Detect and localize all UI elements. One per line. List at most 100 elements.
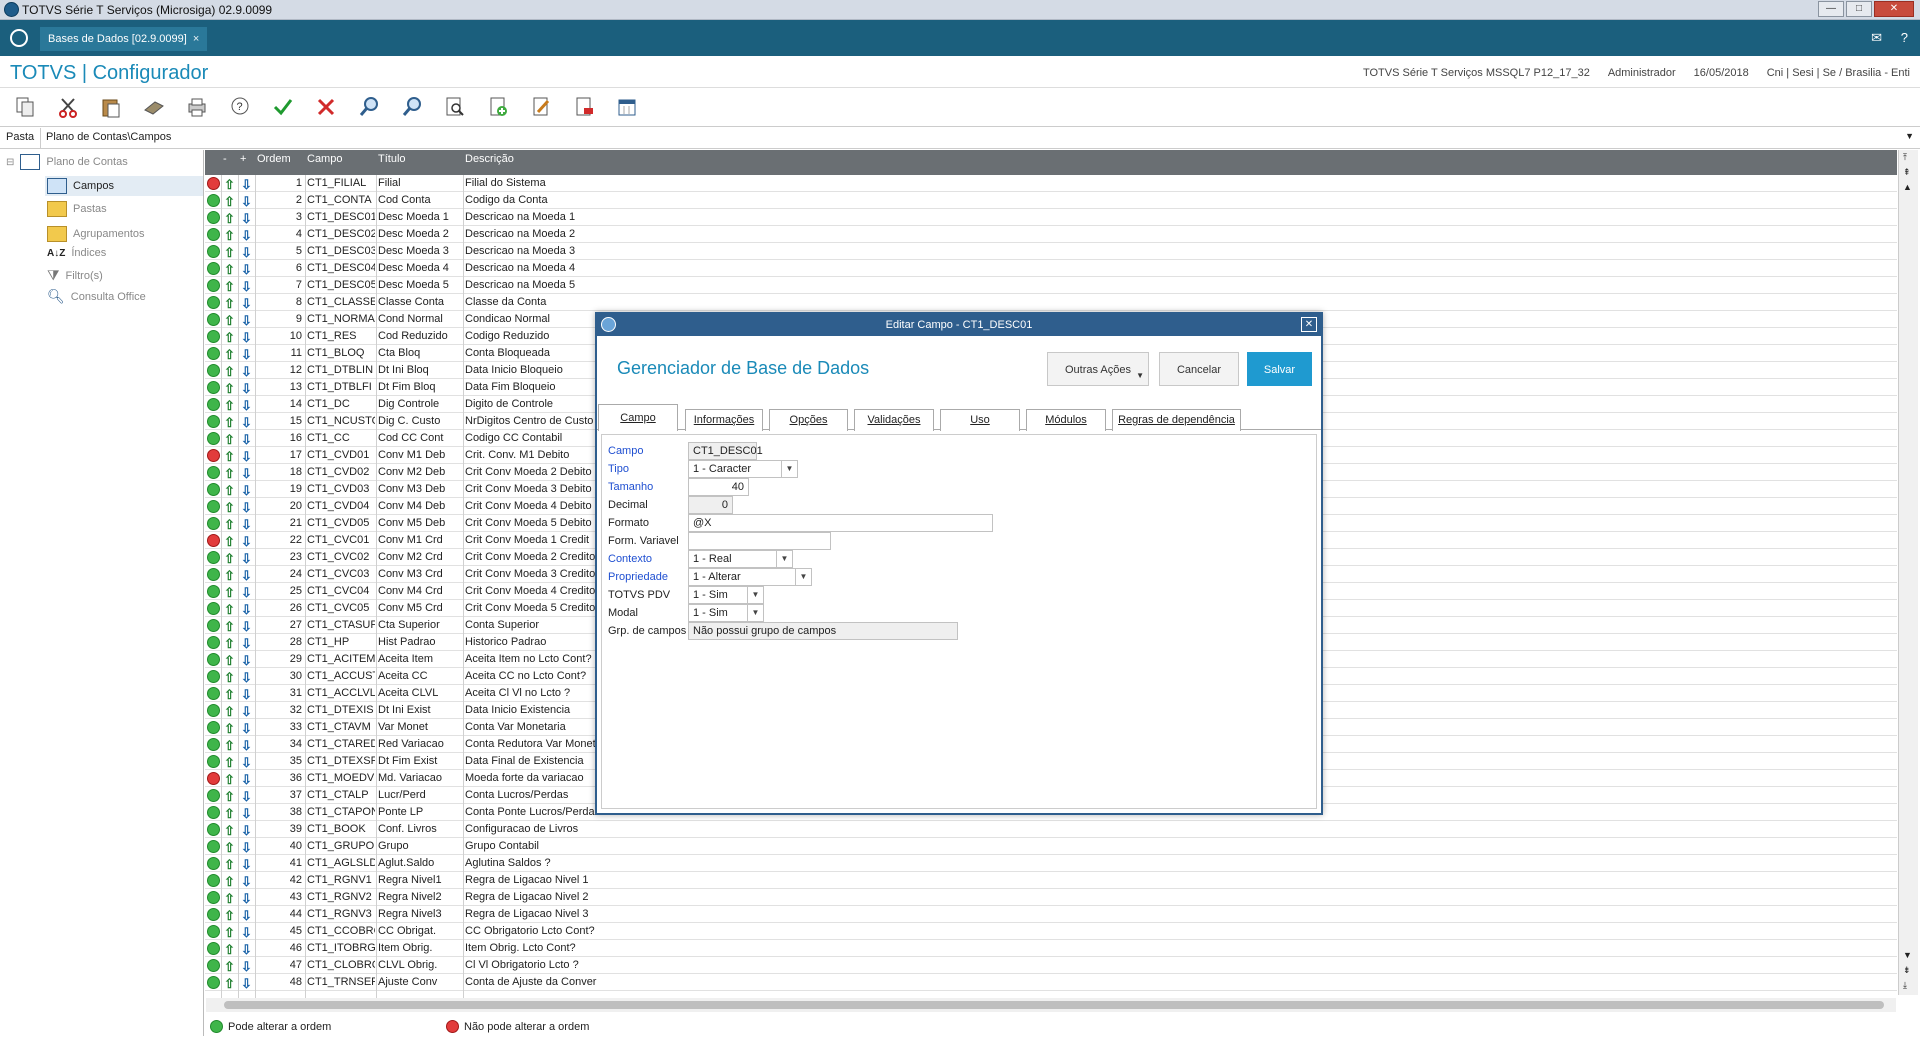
col-descricao[interactable]: Descrição — [465, 153, 514, 165]
move-up-icon[interactable]: ⇧ — [224, 364, 235, 380]
move-up-icon[interactable]: ⇧ — [224, 551, 235, 567]
move-down-icon[interactable]: ⇩ — [241, 364, 252, 380]
move-down-icon[interactable]: ⇩ — [241, 738, 252, 754]
move-up-icon[interactable]: ⇧ — [224, 381, 235, 397]
move-up-icon[interactable]: ⇧ — [224, 194, 235, 210]
scroll-page-down-icon[interactable]: ⇟ — [1903, 965, 1911, 976]
tree-item-indices[interactable]: A↓Z Índices — [47, 247, 106, 259]
col-campo[interactable]: Campo — [307, 153, 342, 165]
table-row[interactable]: ⇧ ⇩ 5 CT1_DESC03 Desc Moeda 3 Descricao na Mo… — [205, 243, 1897, 260]
scroll-top-icon[interactable]: ⤒ — [1903, 152, 1907, 163]
move-down-icon[interactable]: ⇩ — [241, 551, 252, 567]
move-up-icon[interactable]: ⇧ — [224, 738, 235, 754]
move-down-icon[interactable]: ⇩ — [241, 534, 252, 550]
contexto-select[interactable]: 1 - Real ▼ — [688, 550, 793, 568]
copy-icon[interactable] — [10, 92, 40, 122]
tipo-select[interactable]: 1 - Caracter ▼ — [688, 460, 798, 478]
move-up-icon[interactable]: ⇧ — [224, 755, 235, 771]
paste-icon[interactable] — [96, 92, 126, 122]
move-down-icon[interactable]: ⇩ — [241, 194, 252, 210]
maximize-button[interactable]: □ — [1846, 1, 1872, 17]
move-down-icon[interactable]: ⇩ — [241, 942, 252, 958]
table-row[interactable]: ⇧ ⇩ 47 CT1_CLOBRG CLVL Obrig. Cl Vl Obrigator… — [205, 957, 1897, 974]
table-row[interactable]: ⇧ ⇩ 48 CT1_TRNSEF Ajuste Conv Conta de Ajuste… — [205, 974, 1897, 991]
formato-field[interactable]: @X — [688, 514, 993, 532]
table-row[interactable]: ⇧ ⇩ 40 CT1_GRUPO Grupo Grupo Contabil — [205, 838, 1897, 855]
col-plus[interactable]: + — [240, 153, 246, 165]
move-up-icon[interactable]: ⇧ — [224, 687, 235, 703]
outras-acoes-button[interactable]: Outras Ações ▼ — [1047, 352, 1149, 386]
scroll-up-icon[interactable]: ▲ — [1903, 182, 1912, 192]
table-row[interactable]: ⇧ ⇩ 42 CT1_RGNV1 Regra Nivel1 Regra de Ligaca… — [205, 872, 1897, 889]
tab-bases-de-dados[interactable]: Bases de Dados [02.9.0099] × — [40, 27, 208, 51]
move-up-icon[interactable]: ⇧ — [224, 296, 235, 312]
move-up-icon[interactable]: ⇧ — [224, 636, 235, 652]
move-up-icon[interactable]: ⇧ — [224, 585, 235, 601]
move-up-icon[interactable]: ⇧ — [224, 568, 235, 584]
scroll-bottom-icon[interactable]: ⤓ — [1903, 980, 1907, 991]
move-down-icon[interactable]: ⇩ — [241, 857, 252, 873]
scroll-thumb[interactable] — [224, 1001, 1884, 1009]
eraser-icon[interactable] — [139, 92, 169, 122]
move-down-icon[interactable]: ⇩ — [241, 381, 252, 397]
tab-campo[interactable]: Campo — [598, 404, 678, 431]
tree-item-filtros[interactable]: ⧩ Filtro(s) — [47, 267, 103, 284]
campo-field[interactable]: CT1_DESC01 — [688, 442, 763, 460]
add-icon[interactable] — [483, 92, 513, 122]
search-icon[interactable] — [354, 92, 384, 122]
move-down-icon[interactable]: ⇩ — [241, 602, 252, 618]
calendar-icon[interactable] — [612, 92, 642, 122]
move-up-icon[interactable]: ⇧ — [224, 857, 235, 873]
move-down-icon[interactable]: ⇩ — [241, 823, 252, 839]
move-down-icon[interactable]: ⇩ — [241, 568, 252, 584]
table-row[interactable]: ⇧ ⇩ 46 CT1_ITOBRG Item Obrig. Item Obrig. Lct… — [205, 940, 1897, 957]
table-row[interactable]: ⇧ ⇩ 45 CT1_CCOBRG CC Obrigat. CC Obrigatorio … — [205, 923, 1897, 940]
tab-modulos[interactable]: Módulos — [1026, 409, 1106, 431]
move-down-icon[interactable]: ⇩ — [241, 891, 252, 907]
table-row[interactable]: ⇧ ⇩ 4 CT1_DESC02 Desc Moeda 2 Descricao na Mo… — [205, 226, 1897, 243]
move-up-icon[interactable]: ⇧ — [224, 789, 235, 805]
move-up-icon[interactable]: ⇧ — [224, 891, 235, 907]
move-up-icon[interactable]: ⇧ — [224, 619, 235, 635]
move-up-icon[interactable]: ⇧ — [224, 415, 235, 431]
collapse-icon[interactable]: ⊟ — [6, 157, 14, 168]
move-down-icon[interactable]: ⇩ — [241, 262, 252, 278]
move-up-icon[interactable]: ⇧ — [224, 534, 235, 550]
tree-item-consulta-office[interactable]: 🔍︎ Consulta Office — [47, 288, 146, 305]
move-up-icon[interactable]: ⇧ — [224, 840, 235, 856]
move-up-icon[interactable]: ⇧ — [224, 772, 235, 788]
table-row[interactable]: ⇧ ⇩ 6 CT1_DESC04 Desc Moeda 4 Descricao na Mo… — [205, 260, 1897, 277]
move-up-icon[interactable]: ⇧ — [224, 602, 235, 618]
move-down-icon[interactable]: ⇩ — [241, 296, 252, 312]
move-down-icon[interactable]: ⇩ — [241, 840, 252, 856]
move-up-icon[interactable]: ⇧ — [224, 925, 235, 941]
delete-icon[interactable] — [569, 92, 599, 122]
move-down-icon[interactable]: ⇩ — [241, 313, 252, 329]
move-down-icon[interactable]: ⇩ — [241, 585, 252, 601]
move-up-icon[interactable]: ⇧ — [224, 500, 235, 516]
table-row[interactable]: ⇧ ⇩ 41 CT1_AGLSLD Aglut.Saldo Aglutina Saldos… — [205, 855, 1897, 872]
minimize-button[interactable]: — — [1818, 1, 1844, 17]
move-down-icon[interactable]: ⇩ — [241, 806, 252, 822]
move-up-icon[interactable]: ⇧ — [224, 823, 235, 839]
move-down-icon[interactable]: ⇩ — [241, 908, 252, 924]
col-minus[interactable]: - — [223, 153, 227, 165]
move-up-icon[interactable]: ⇧ — [224, 976, 235, 992]
move-up-icon[interactable]: ⇧ — [224, 874, 235, 890]
move-up-icon[interactable]: ⇧ — [224, 211, 235, 227]
tab-informacoes[interactable]: Informações — [685, 409, 763, 431]
confirm-icon[interactable] — [268, 92, 298, 122]
move-down-icon[interactable]: ⇩ — [241, 925, 252, 941]
tab-uso[interactable]: Uso — [940, 409, 1020, 431]
chevron-down-icon[interactable]: ▼ — [1905, 131, 1914, 141]
move-up-icon[interactable]: ⇧ — [224, 262, 235, 278]
tab-close-icon[interactable]: × — [193, 27, 199, 51]
move-down-icon[interactable]: ⇩ — [241, 874, 252, 890]
move-down-icon[interactable]: ⇩ — [241, 755, 252, 771]
move-down-icon[interactable]: ⇩ — [241, 483, 252, 499]
move-up-icon[interactable]: ⇧ — [224, 313, 235, 329]
close-window-button[interactable]: ✕ — [1874, 1, 1914, 17]
path-select[interactable]: Plano de Contas\Campos — [40, 128, 1895, 148]
table-row[interactable]: ⇧ ⇩ 39 CT1_BOOK Conf. Livros Configuracao de … — [205, 821, 1897, 838]
tab-validacoes[interactable]: Validações — [854, 409, 934, 431]
